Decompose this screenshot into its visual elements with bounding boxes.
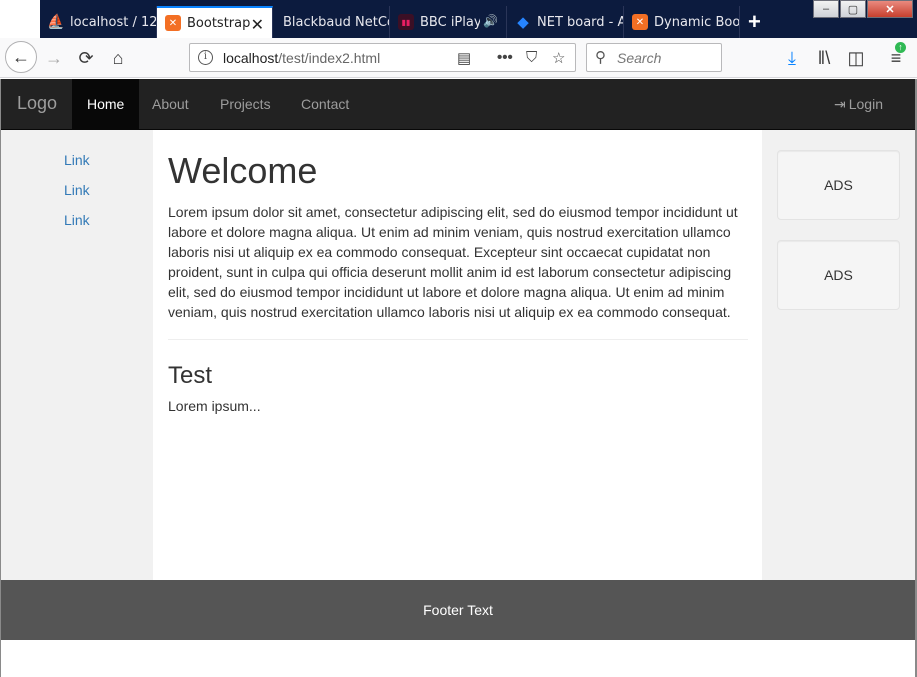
log-in-icon: ⇥ <box>834 96 846 112</box>
welcome-paragraph: Lorem ipsum dolor sit amet, consectetur … <box>168 204 738 320</box>
footer-text: Footer Text <box>423 602 493 618</box>
url-path: /test/index2.html <box>278 50 381 66</box>
browser-tab[interactable]: Blackbaud NetCom <box>273 6 390 38</box>
browser-tab[interactable]: ⛵ localhost / 127 <box>40 6 157 38</box>
page-title: Welcome <box>168 150 318 191</box>
forward-icon[interactable]: → <box>42 46 66 70</box>
search-box[interactable]: ⚲ <box>586 43 722 72</box>
close-window-button[interactable]: ✕ <box>867 0 913 18</box>
tab-title: NET board - Ag <box>537 14 623 30</box>
browser-tab[interactable]: ◆ NET board - Ag <box>507 6 624 38</box>
jira-diamond-icon: ◆ <box>517 13 529 31</box>
browser-tab-active[interactable]: ✕ Bootstrap Exam ✕ <box>157 6 273 38</box>
tab-title: Bootstrap Exam <box>187 15 255 31</box>
new-tab-button[interactable]: + <box>748 9 761 35</box>
section-paragraph: Lorem ipsum... <box>168 398 261 414</box>
nav-about[interactable]: About <box>137 79 204 129</box>
sidebar-link[interactable]: Link <box>64 152 90 168</box>
minimize-button[interactable]: ‒ <box>813 0 839 18</box>
library-icon[interactable]: ‖\ <box>812 46 836 70</box>
update-badge-icon: ↑ <box>895 42 906 53</box>
window-controls: ‒ ▢ ✕ <box>812 0 913 18</box>
site-footer: Footer Text <box>1 580 915 640</box>
maximize-button[interactable]: ▢ <box>840 0 866 18</box>
reload-icon[interactable]: ⟳ <box>74 46 98 70</box>
download-icon[interactable]: ⤓ <box>780 46 804 70</box>
back-button[interactable]: ← <box>5 41 37 73</box>
browser-tab[interactable]: ▮▮ BBC iPlayer 🔊 <box>390 6 507 38</box>
xampp-icon: ✕ <box>165 15 181 31</box>
tab-title: Dynamic Bootstr <box>654 14 739 30</box>
sidebar-icon[interactable]: ◫ <box>844 46 868 70</box>
login-label: Login <box>848 96 883 112</box>
tab-title: localhost / 127 <box>70 14 156 30</box>
search-input[interactable] <box>617 48 717 68</box>
bookmark-star-icon[interactable]: ☆ <box>552 49 565 67</box>
info-icon[interactable]: i <box>198 50 213 65</box>
ad-box: ADS <box>777 150 900 220</box>
site-logo[interactable]: Logo <box>17 93 57 114</box>
url-host: localhost <box>223 50 279 66</box>
nav-home[interactable]: Home <box>72 79 140 129</box>
arrow-left-icon: ← <box>12 46 30 67</box>
url-text[interactable]: localhost/test/index2.html <box>223 50 380 66</box>
more-actions-icon[interactable]: ••• <box>497 49 513 66</box>
section-title: Test <box>168 362 213 389</box>
tab-strip-left-area <box>0 0 40 38</box>
nav-contact[interactable]: Contact <box>286 79 364 129</box>
address-bar[interactable]: i localhost/test/index2.html ▤ ••• ⛉ ☆ <box>189 43 576 72</box>
browser-tab-strip: ⛵ localhost / 127 ✕ Bootstrap Exam ✕ Bla… <box>0 0 917 38</box>
nav-projects[interactable]: Projects <box>205 79 286 129</box>
divider <box>168 339 748 340</box>
bbc-iplayer-icon: ▮▮ <box>398 14 414 30</box>
tab-title: Blackbaud NetCom <box>283 14 389 30</box>
login-link[interactable]: ⇥ Login <box>834 79 883 129</box>
speaker-icon[interactable]: 🔊 <box>483 14 498 28</box>
right-sidebar: ADS ADS <box>762 130 915 580</box>
search-icon: ⚲ <box>595 49 606 66</box>
close-tab-icon[interactable]: ✕ <box>251 15 264 34</box>
tab-title: BBC iPlayer <box>420 14 480 30</box>
ad-box: ADS <box>777 240 900 310</box>
pocket-icon[interactable]: ⛉ <box>526 49 537 66</box>
sidebar-link[interactable]: Link <box>64 212 90 228</box>
mysql-flame-icon: ⛵ <box>47 14 65 30</box>
site-navbar: Logo Home About Projects Contact ⇥ Login <box>1 79 915 130</box>
browser-toolbar: ← → ⟳ ⌂ i localhost/test/index2.html ▤ •… <box>0 38 917 78</box>
left-sidebar: Link Link Link <box>1 130 153 580</box>
reader-view-icon[interactable]: ▤ <box>457 49 471 67</box>
web-page: Logo Home About Projects Contact ⇥ Login… <box>1 79 915 677</box>
home-icon[interactable]: ⌂ <box>106 46 130 70</box>
sidebar-link[interactable]: Link <box>64 182 90 198</box>
browser-tab[interactable]: ✕ Dynamic Bootstr <box>624 6 740 38</box>
xampp-icon: ✕ <box>632 14 648 30</box>
